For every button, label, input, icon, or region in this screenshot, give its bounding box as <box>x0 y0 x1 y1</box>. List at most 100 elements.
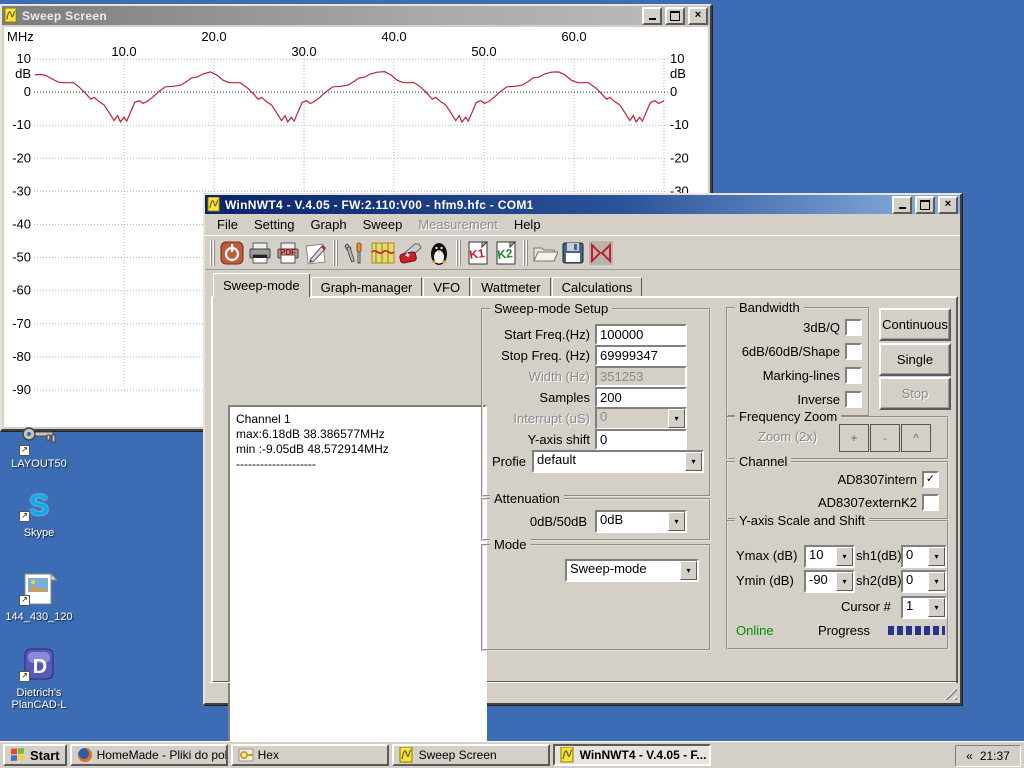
checkbox-label: 6dB/60dB/Shape <box>742 344 840 359</box>
sweep-titlebar[interactable]: Sweep Screen × <box>2 6 710 25</box>
toolbar-grip[interactable] <box>522 240 529 266</box>
tab-wattmeter[interactable]: Wattmeter <box>471 277 550 297</box>
tools-icon[interactable] <box>341 239 369 267</box>
sweep-window-title: Sweep Screen <box>22 9 639 23</box>
print-pdf-icon[interactable]: PDF <box>274 239 302 267</box>
sh2-select[interactable]: 0▾ <box>901 570 947 593</box>
field-select[interactable]: 0▾ <box>595 407 687 430</box>
power-icon[interactable] <box>218 239 246 267</box>
maximize-icon[interactable] <box>665 7 685 25</box>
print-icon[interactable] <box>246 239 274 267</box>
taskbar-button-winnwt4[interactable]: WinNWT4 - V.4.05 - F... <box>553 744 711 766</box>
channel-info-line: max:6.18dB 38.386577MHz <box>236 427 485 442</box>
checkbox[interactable] <box>845 343 862 360</box>
checkbox[interactable] <box>845 319 862 336</box>
taskbar-button-sweep[interactable]: Sweep Screen <box>392 744 550 766</box>
axis-tick-label: 40.0 <box>381 29 406 44</box>
stop-button[interactable]: Stop <box>879 377 951 410</box>
field-input[interactable]: 100000 <box>595 324 687 345</box>
menu-setting[interactable]: Setting <box>246 215 302 234</box>
ymax-select[interactable]: 10▾ <box>804 545 855 568</box>
graph-icon[interactable] <box>369 239 397 267</box>
checkbox[interactable] <box>845 391 862 408</box>
field-row: Width (Hz)351253 <box>483 366 709 387</box>
taskbar-button-homemade[interactable]: HomeMade - Pliki do pobr... <box>70 744 228 766</box>
k1-icon[interactable]: K1 <box>464 239 492 267</box>
knife-icon[interactable] <box>397 239 425 267</box>
desktop-icon-label: Dietrich's PlanCAD-L <box>0 687 78 711</box>
checkbox-label: AD8307intern <box>838 472 918 487</box>
plancad-icon: D↗ <box>19 648 59 682</box>
axis-tick-label: -70 <box>12 316 31 331</box>
desktop-icon-label: Skype <box>0 527 78 539</box>
edit-icon[interactable] <box>302 239 330 267</box>
attenuation-select[interactable]: 0dB▾ <box>595 510 687 533</box>
tab-graph-manager[interactable]: Graph-manager <box>311 277 423 297</box>
checkbox[interactable] <box>922 494 939 511</box>
field-input[interactable]: 200 <box>595 387 687 408</box>
ymin-select[interactable]: -90▾ <box>804 570 855 593</box>
zoom-out-button[interactable]: - <box>870 424 900 452</box>
profile-select[interactable]: default▾ <box>532 450 704 473</box>
tab-calculations[interactable]: Calculations <box>552 277 643 297</box>
menu-file[interactable]: File <box>209 215 246 234</box>
cursor-select[interactable]: 1▾ <box>901 596 947 619</box>
close-icon[interactable]: × <box>688 7 708 25</box>
chevron-down-icon[interactable]: ▾ <box>668 409 685 428</box>
taskbar-button-hex[interactable]: Hex <box>231 744 389 766</box>
taskbar-button-label: WinNWT4 - V.4.05 - F... <box>580 748 707 762</box>
bandwidth-group: Bandwidth 3dB/Q6dB/60dB/ShapeMarking-lin… <box>726 307 870 417</box>
toolbar-grip[interactable] <box>209 240 216 266</box>
field-input[interactable]: 69999347 <box>595 345 687 366</box>
desktop-icon-dietrich-s-plancad-l[interactable]: D↗ Dietrich's PlanCAD-L <box>0 648 78 711</box>
save-icon[interactable] <box>559 239 587 267</box>
disconnect-icon[interactable] <box>587 239 615 267</box>
menu-sweep[interactable]: Sweep <box>355 215 411 234</box>
sh1-select[interactable]: 0▾ <box>901 545 947 568</box>
tab-vfo[interactable]: VFO <box>423 277 470 297</box>
maximize-icon[interactable] <box>915 196 935 214</box>
mode-select[interactable]: Sweep-mode▾ <box>565 559 699 582</box>
k2-icon[interactable]: K2 <box>492 239 520 267</box>
tray-chevron-icon[interactable]: « <box>966 749 973 763</box>
toolbar-grip[interactable] <box>455 240 462 266</box>
attenuation-group: Attenuation 0dB/50dB 0dB▾ <box>481 498 711 541</box>
x-axis-unit-label: MHz <box>7 29 34 44</box>
checkbox[interactable]: ✓ <box>922 471 939 488</box>
zoom-in-button[interactable]: + <box>839 424 869 452</box>
winnwt4-titlebar[interactable]: WinNWT4 - V.4.05 - FW:2.110:V00 - hfm9.h… <box>205 195 960 214</box>
toolbar-grip[interactable] <box>332 240 339 266</box>
shortcut-arrow-icon: ↗ <box>19 671 30 682</box>
close-icon[interactable]: × <box>938 196 958 214</box>
single-button[interactable]: Single <box>879 343 951 376</box>
field-label: Samples <box>483 390 595 405</box>
checkbox-label: Marking-lines <box>763 368 840 383</box>
axis-tick-label: 50.0 <box>471 44 496 59</box>
sweep-setup-group: Sweep-mode Setup Start Freq.(Hz)100000St… <box>481 308 711 497</box>
field-label: Width (Hz) <box>483 369 595 384</box>
minimize-icon[interactable] <box>892 196 912 214</box>
start-button[interactable]: Start <box>3 744 67 766</box>
group-legend: Bandwidth <box>735 300 804 315</box>
channel-info-line: min :-9.05dB 48.572914MHz <box>236 442 485 457</box>
chevron-down-icon: ▾ <box>668 512 685 531</box>
menu-help[interactable]: Help <box>506 215 549 234</box>
desktop-icon-layout50[interactable]: ↗LAYOUT50 <box>0 422 78 470</box>
toolbar: PDF K1K2 <box>205 235 960 270</box>
minimize-icon[interactable] <box>642 7 662 25</box>
checkbox[interactable] <box>845 367 862 384</box>
axis-tick-label: -20 <box>12 150 31 165</box>
folder-icon[interactable] <box>531 239 559 267</box>
menu-graph[interactable]: Graph <box>302 215 354 234</box>
desktop-icon-skype[interactable]: S↗Skype <box>0 488 78 539</box>
zoom-label: Zoom (2x) <box>758 429 817 444</box>
menu-measurement[interactable]: Measurement <box>410 215 505 234</box>
zoom-up-button[interactable]: ^ <box>901 424 931 452</box>
tux-icon[interactable] <box>425 239 453 267</box>
tab-sweep-mode[interactable]: Sweep-mode <box>213 273 310 297</box>
desktop-icon-144-430-120[interactable]: ↗144_430_120 <box>0 572 78 623</box>
channel-info-list[interactable]: Channel 1max:6.18dB 38.386577MHzmin :-9.… <box>228 405 487 768</box>
axis-tick-label: 10 <box>670 51 684 66</box>
field-input[interactable]: 0 <box>595 429 687 450</box>
continuous-button[interactable]: Continuous <box>879 308 951 341</box>
